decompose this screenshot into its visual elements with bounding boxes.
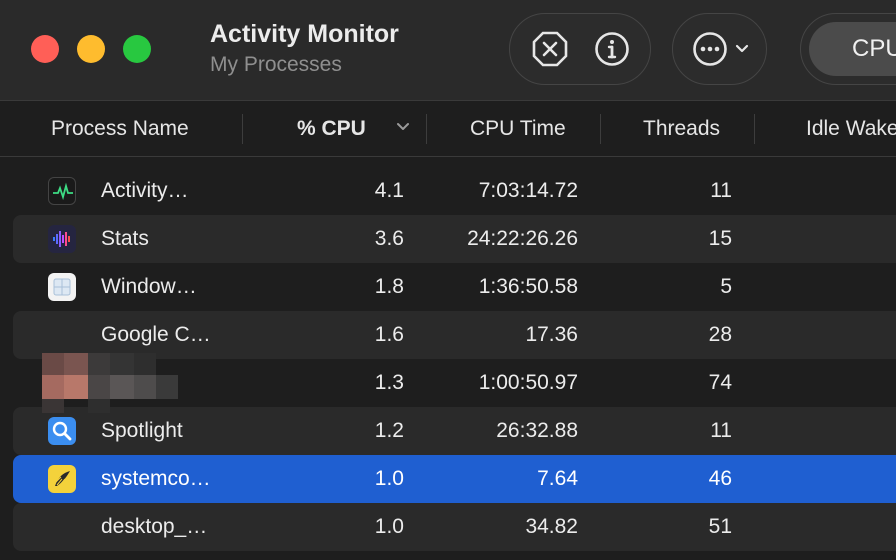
cpu-time: 24:22:26.26 [467, 227, 578, 250]
resource-segmented-control: CPU [800, 13, 896, 85]
cpu-time: 17.36 [525, 323, 578, 346]
table-row[interactable]: Window… 1.8 1:36:50.58 5 [13, 263, 896, 311]
column-divider[interactable] [426, 114, 427, 144]
thread-count: 5 [720, 275, 732, 298]
cpu-time: 34.82 [525, 515, 578, 538]
ellipsis-circle-icon [692, 32, 727, 66]
table-row[interactable]: Spotlight 1.2 26:32.88 11 [13, 407, 896, 455]
sort-descending-chevron-icon [397, 123, 409, 130]
zoom-window-button[interactable] [123, 35, 151, 63]
cpu-time: 26:32.88 [496, 419, 578, 442]
table-row-selected[interactable]: systemco… 1.0 7.64 46 [13, 455, 896, 503]
inspect-process-button[interactable] [582, 14, 642, 84]
column-process-name[interactable]: Process Name [51, 101, 189, 156]
window-title: Activity Monitor [210, 20, 399, 48]
cpu-percent: 1.0 [374, 467, 404, 490]
systemco-icon [48, 465, 76, 493]
column-divider[interactable] [242, 114, 243, 144]
thread-count: 11 [710, 179, 732, 202]
stats-icon [48, 225, 76, 253]
window-app-icon [48, 273, 76, 301]
column-header-row: Process Name % CPU CPU Time Threads Idle… [0, 101, 896, 157]
close-window-button[interactable] [31, 35, 59, 63]
cpu-time: 1:36:50.58 [478, 275, 578, 298]
column-cpu[interactable]: % CPU [297, 101, 366, 156]
cpu-percent: 1.2 [374, 419, 404, 442]
cpu-percent: 1.3 [374, 371, 404, 394]
thread-count: 46 [708, 467, 732, 490]
column-idle-wake-ups[interactable]: Idle Wake [806, 101, 896, 156]
cpu-time: 7.64 [537, 467, 578, 490]
cpu-percent: 1.6 [374, 323, 404, 346]
spotlight-icon [48, 417, 76, 445]
table-row[interactable]: Google C… 1.6 17.36 28 [13, 311, 896, 359]
cpu-percent: 3.6 [374, 227, 404, 250]
stop-process-button[interactable] [520, 14, 580, 84]
minimize-window-button[interactable] [77, 35, 105, 63]
process-name: Google C… [101, 323, 211, 346]
activity-monitor-window: Activity Monitor My Processes CPU Proces… [0, 0, 896, 560]
cpu-time: 7:03:14.72 [478, 179, 578, 202]
process-name: systemco… [101, 467, 211, 490]
column-divider[interactable] [754, 114, 755, 144]
thread-count: 28 [708, 323, 732, 346]
more-actions-button[interactable] [683, 14, 758, 84]
process-name: Stats [101, 227, 149, 250]
process-name: Activity… [101, 179, 189, 202]
cpu-percent: 4.1 [374, 179, 404, 202]
chevron-down-icon [735, 44, 748, 53]
more-actions-group [672, 13, 767, 85]
info-circle-icon [595, 32, 629, 66]
table-row[interactable]: desktop_… 1.0 34.82 51 [13, 503, 896, 551]
stop-x-octagon-icon [532, 31, 568, 67]
cpu-percent: 1.8 [374, 275, 404, 298]
thread-count: 74 [708, 371, 732, 394]
process-name: desktop_… [101, 515, 208, 538]
redacted-icon [42, 353, 178, 413]
tab-cpu[interactable]: CPU [809, 22, 896, 76]
thread-count: 51 [708, 515, 732, 538]
column-threads[interactable]: Threads [643, 101, 720, 156]
process-name: Spotlight [101, 419, 183, 442]
column-cpu-time[interactable]: CPU Time [470, 101, 566, 156]
activity-monitor-icon [48, 177, 76, 205]
column-divider[interactable] [600, 114, 601, 144]
process-name: Window… [101, 275, 197, 298]
table-row[interactable]: Stats 3.6 24:22:26.26 15 [13, 215, 896, 263]
thread-count: 15 [708, 227, 732, 250]
thread-count: 11 [710, 419, 732, 442]
title-bar: Activity Monitor My Processes CPU [0, 0, 896, 101]
window-subtitle: My Processes [210, 53, 342, 76]
cpu-percent: 1.0 [374, 515, 404, 538]
cpu-time: 1:00:50.97 [478, 371, 578, 394]
table-row[interactable]: Activity… 4.1 7:03:14.72 11 [13, 167, 896, 215]
process-actions-group [509, 13, 651, 85]
